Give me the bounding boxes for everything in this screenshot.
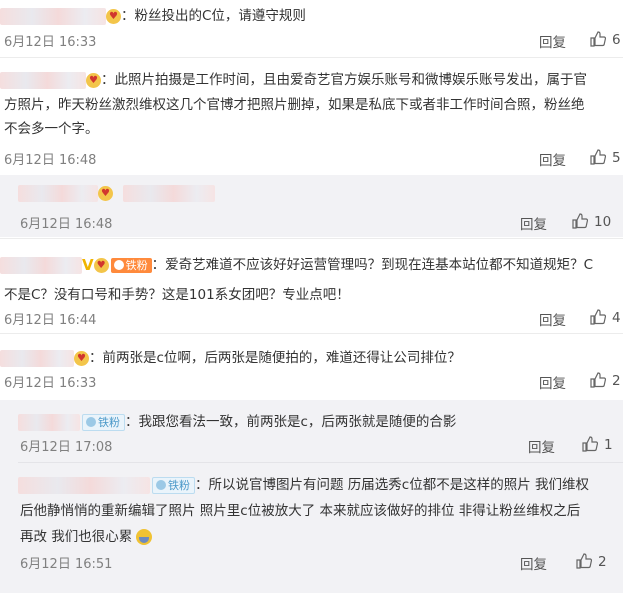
fan-badge: 铁粉 — [152, 476, 195, 494]
like-count: 10 — [594, 214, 612, 230]
comment: ♥ ：此照片拍摄是工作时间，且由爱奇艺官方娱乐账号和微博娱乐账号发出，属于官 方照… — [0, 58, 623, 175]
blurred-username[interactable] — [18, 476, 150, 494]
thumbs-up-icon — [590, 309, 607, 325]
fan-badge-icon — [156, 479, 166, 490]
blurred-username[interactable] — [0, 349, 74, 367]
reply-button[interactable]: 回复 — [539, 309, 566, 329]
comment-time: 6月12日 16:48 — [4, 153, 97, 168]
blurred-username[interactable] — [0, 256, 82, 274]
fan-badge: 铁粉 — [110, 257, 152, 273]
comment-time: 6月12日 16:33 — [4, 376, 97, 391]
comment-time: 6月12日 16:48 — [20, 217, 113, 232]
comment-text-line: 方照片，昨天粉丝激烈维权这几个官博才把照片删掉，如果是私底下或者非工作时间合照，… — [4, 97, 585, 113]
vip-icon: V — [82, 256, 94, 274]
comment-time: 6月12日 16:51 — [20, 557, 113, 572]
comment-text-line: 铁粉 ：所以说官博图片有问题 历届选秀c位都不是这样的照片 我们维权 — [18, 473, 589, 494]
comment-time: 6月12日 16:33 — [4, 35, 97, 50]
comment-text-line: 再改 我们也很心累 — [20, 525, 153, 545]
comment-text-line: 不是C？没有口号和手势？这是101系女团吧？专业点吧！ — [4, 287, 350, 303]
thumbs-up-icon — [590, 31, 607, 47]
like-count: 5 — [612, 150, 621, 166]
fan-badge: 铁粉 — [82, 413, 125, 431]
heart-eyes-emoji-icon: ♥ — [106, 8, 121, 24]
fan-badge-icon — [86, 416, 96, 427]
thumbs-up-icon — [582, 436, 599, 452]
comment-text-line: ♥ — [18, 185, 215, 202]
reply-button[interactable]: 回复 — [539, 31, 566, 51]
like-count: 6 — [612, 32, 621, 48]
comment-text-line: ♥ ：此照片拍摄是工作时间，且由爱奇艺官方娱乐账号和微博娱乐账号发出，属于官 — [0, 68, 587, 89]
comment-text-line: 不会多一个字。 — [4, 121, 99, 137]
comment: V ♥ 铁粉 ：爱奇艺难道不应该好好运营管理吗？到现在连基本站位都不知道规矩？C 不是… — [0, 239, 623, 333]
like-button[interactable]: 5 — [590, 149, 621, 166]
like-count: 2 — [598, 554, 607, 570]
blurred-text — [123, 185, 215, 202]
reply-button[interactable]: 回复 — [528, 436, 555, 456]
comment: ♥ ：前两张是c位啊，后两张是随便拍的，难道还得让公司排位？ 6月12日 16:3… — [0, 334, 623, 394]
comment-time: 6月12日 17:08 — [20, 440, 113, 455]
comment: ♥ ：粉丝投出的C位，请遵守规则 6月12日 16:33 回复 6 — [0, 0, 623, 57]
like-button[interactable]: 6 — [590, 31, 621, 48]
thumbs-up-icon — [572, 213, 589, 229]
comment-reply: ♥ 6月12日 16:48 回复 10 — [0, 175, 623, 237]
tired-face-emoji-icon — [136, 529, 153, 545]
reply-button[interactable]: 回复 — [539, 372, 566, 392]
reply-button[interactable]: 回复 — [520, 213, 547, 233]
comment-text-line: 后他静悄悄的重新编辑了照片 照片里c位被放大了 本来就应该做好的排位 非得让粉丝… — [20, 503, 581, 519]
like-button[interactable]: 2 — [590, 372, 621, 389]
blurred-username[interactable] — [18, 185, 98, 202]
like-count: 1 — [604, 437, 613, 453]
heart-eyes-emoji-icon: ♥ — [86, 72, 101, 88]
heart-eyes-emoji-icon: ♥ — [74, 350, 89, 366]
comment-text-line: 铁粉 ：我跟您看法一致，前两张是c，后两张就是随便的合影 — [18, 410, 456, 431]
comment-text-line: ♥ ：前两张是c位啊，后两张是随便拍的，难道还得让公司排位？ — [0, 346, 461, 367]
reply-button[interactable]: 回复 — [539, 149, 566, 169]
like-button[interactable]: 2 — [576, 553, 607, 570]
reply-button[interactable]: 回复 — [520, 553, 547, 573]
blurred-username[interactable] — [18, 413, 80, 431]
blurred-username[interactable] — [0, 71, 86, 89]
thumbs-up-icon — [590, 149, 607, 165]
thumbs-up-icon — [590, 372, 607, 388]
fan-badge-icon — [113, 259, 124, 270]
comment-text-line: ♥ ：粉丝投出的C位，请遵守规则 — [0, 4, 306, 25]
like-button[interactable]: 4 — [590, 309, 621, 326]
heart-eyes-emoji-icon: ♥ — [93, 257, 109, 273]
blurred-username[interactable] — [0, 7, 106, 25]
like-count: 2 — [612, 373, 621, 389]
thumbs-up-icon — [576, 553, 593, 569]
comment-text-line: V ♥ 铁粉 ：爱奇艺难道不应该好好运营管理吗？到现在连基本站位都不知道规矩？C — [0, 253, 593, 274]
like-button[interactable]: 10 — [572, 213, 611, 230]
like-count: 4 — [612, 310, 621, 326]
comment-time: 6月12日 16:44 — [4, 313, 97, 328]
like-button[interactable]: 1 — [582, 436, 613, 453]
divider — [18, 462, 623, 463]
reply-thread: 铁粉 ：我跟您看法一致，前两张是c，后两张就是随便的合影 6月12日 17:08 … — [0, 400, 623, 593]
heart-eyes-emoji-icon: ♥ — [98, 186, 113, 201]
